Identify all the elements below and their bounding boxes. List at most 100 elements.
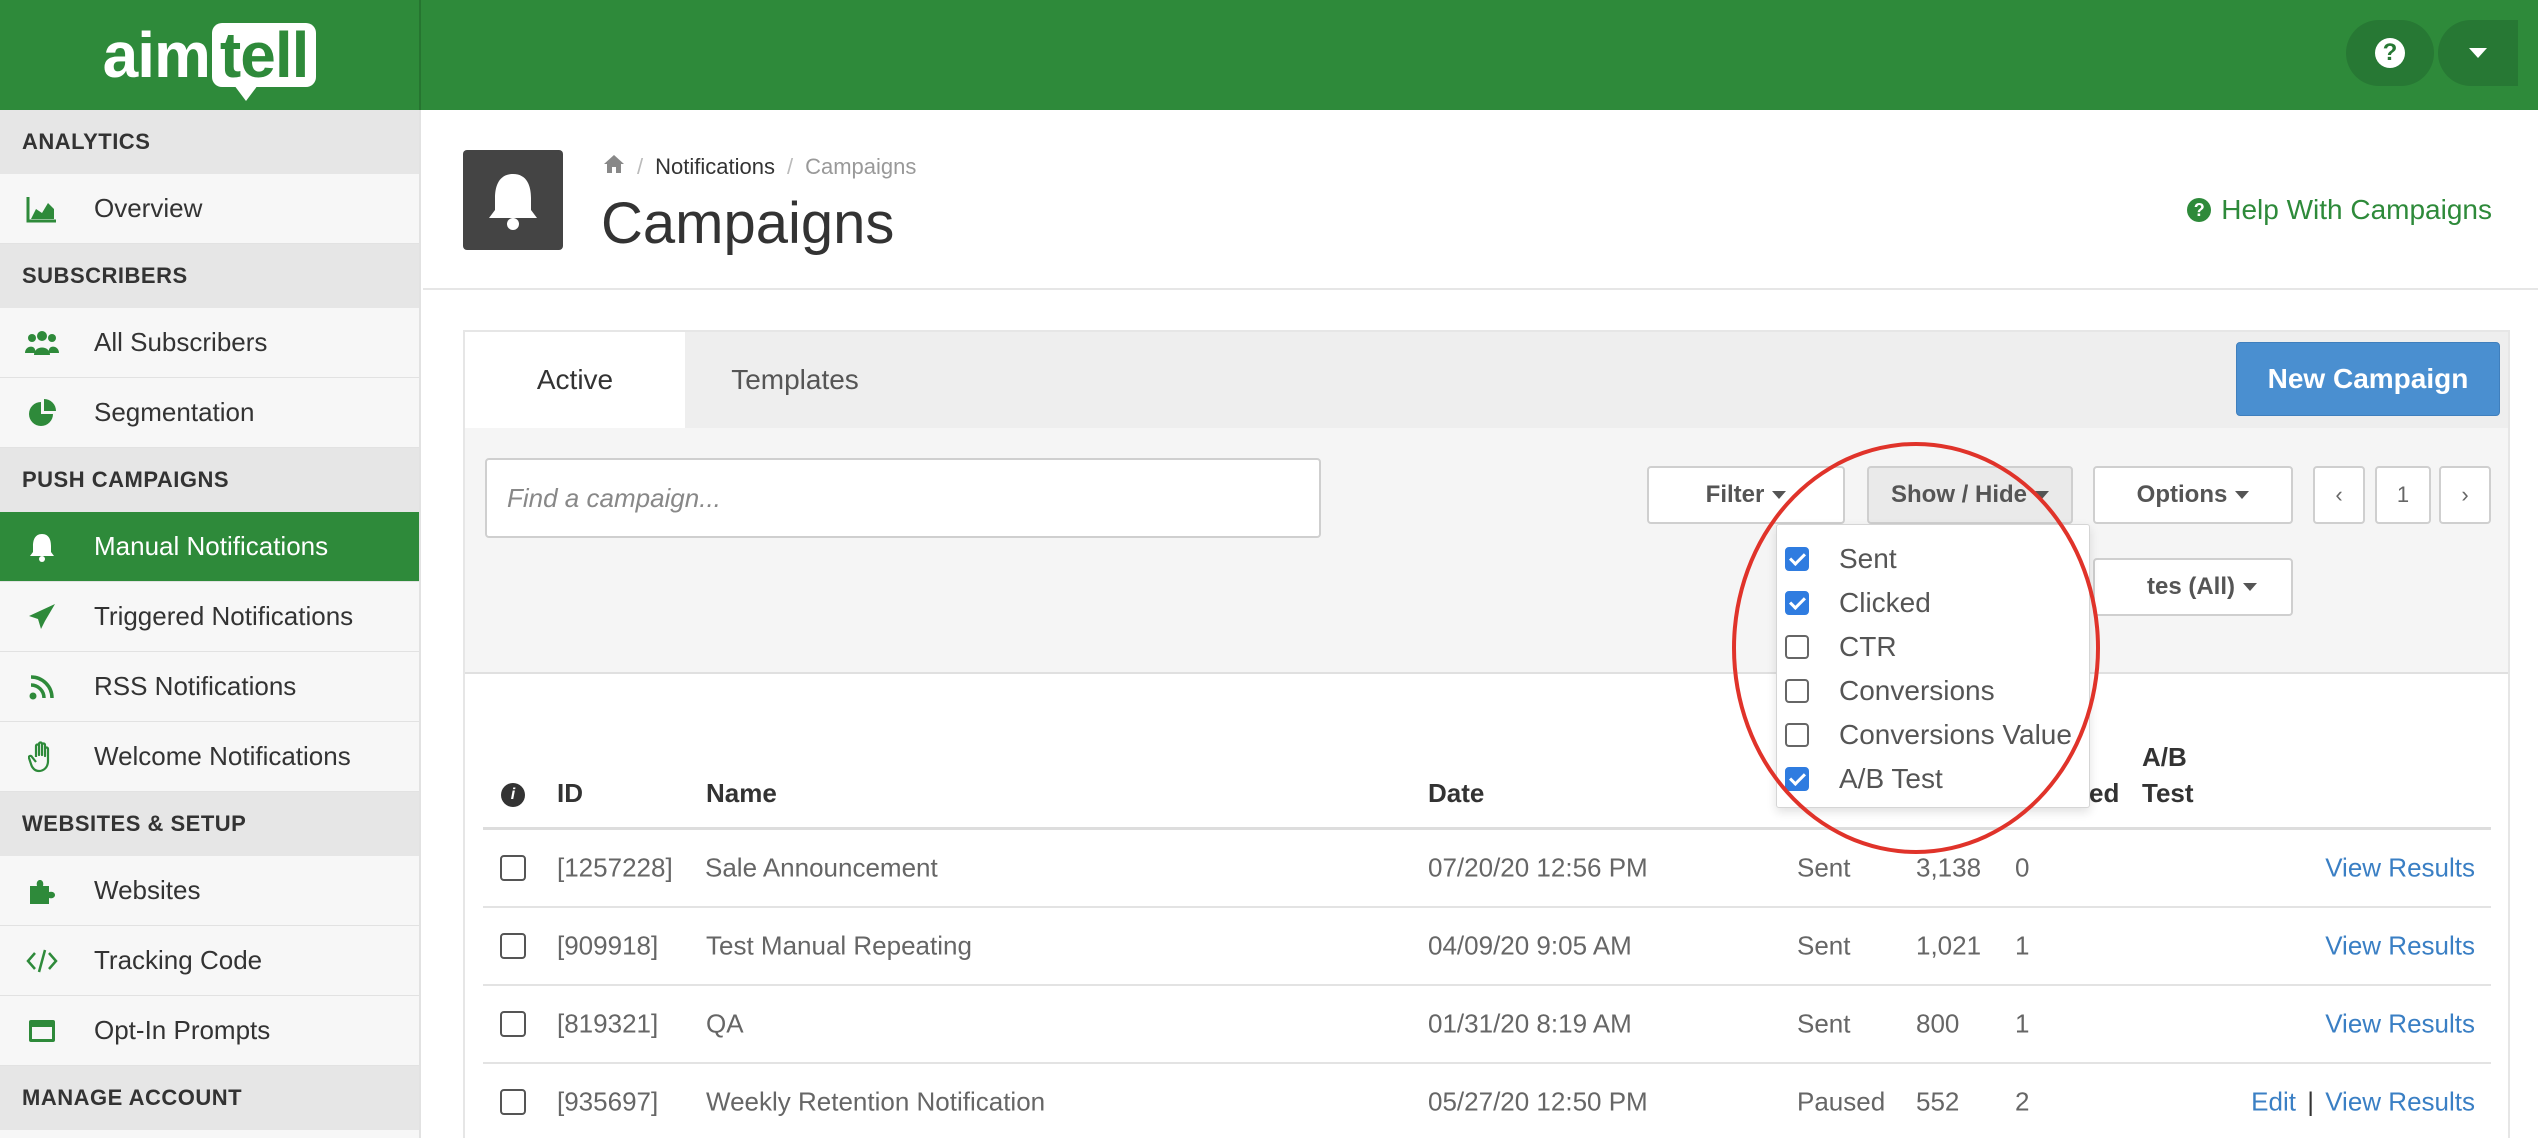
- row-status: Paused: [1797, 1086, 1886, 1117]
- logo-text-right: tell: [211, 23, 317, 101]
- column-header-date[interactable]: Date: [1428, 778, 1484, 809]
- table-row[interactable]: [819321] QA 01/31/20 8:19 AM Sent 800 1 …: [483, 986, 2491, 1064]
- new-campaign-button[interactable]: New Campaign: [2236, 342, 2500, 416]
- action-separator: |: [2307, 1086, 2314, 1117]
- column-toggle-ctr[interactable]: CTR: [1777, 625, 2089, 669]
- row-checkbox[interactable]: [500, 855, 526, 881]
- table-row[interactable]: [909918] Test Manual Repeating 04/09/20 …: [483, 908, 2491, 986]
- column-toggle-ab-test[interactable]: A/B Test: [1777, 757, 2089, 801]
- websites-filter-button[interactable]: tes (All): [2093, 558, 2293, 616]
- column-header-id[interactable]: ID: [557, 778, 583, 809]
- show-hide-dropdown: Sent Clicked CTR Conversions Conversions…: [1776, 524, 2090, 808]
- row-checkbox[interactable]: [500, 933, 526, 959]
- table-row[interactable]: [1257228] Sale Announcement 07/20/20 12:…: [483, 830, 2491, 908]
- view-results-link[interactable]: View Results: [2325, 931, 2475, 962]
- row-date: 01/31/20 8:19 AM: [1428, 1008, 1632, 1039]
- checkbox[interactable]: [1785, 591, 1809, 615]
- column-toggle-conversions-value[interactable]: Conversions Value: [1777, 713, 2089, 757]
- tab-templates[interactable]: Templates: [685, 332, 905, 428]
- column-toggle-conversions[interactable]: Conversions: [1777, 669, 2089, 713]
- row-clicked: 1: [2015, 1008, 2030, 1039]
- view-results-link[interactable]: View Results: [2325, 1087, 2475, 1117]
- sidebar-item-opt-in-prompts[interactable]: Opt-In Prompts: [0, 996, 419, 1066]
- help-button[interactable]: ?: [2346, 20, 2434, 86]
- checkbox[interactable]: [1785, 635, 1809, 659]
- column-header-name[interactable]: Name: [706, 778, 777, 809]
- show-hide-button-label: Show / Hide: [1890, 481, 2027, 508]
- filter-button-label: Filter: [1705, 481, 1765, 508]
- sidebar-item-manual-notifications[interactable]: Manual Notifications: [0, 512, 419, 582]
- help-with-campaigns-link[interactable]: ? Help With Campaigns: [2187, 194, 2492, 226]
- checkbox[interactable]: [1785, 547, 1809, 571]
- paper-plane-icon: [24, 599, 60, 635]
- sidebar-item-tracking-code[interactable]: Tracking Code: [0, 926, 419, 996]
- row-name: QA: [706, 1008, 744, 1039]
- column-toggle-clicked[interactable]: Clicked: [1777, 581, 2089, 625]
- column-toggle-label: Conversions Value: [1839, 719, 2072, 750]
- column-toggle-label: Conversions: [1839, 675, 1995, 706]
- next-page-button[interactable]: ›: [2439, 466, 2491, 524]
- sidebar-item-overview[interactable]: Overview: [0, 174, 419, 244]
- sidebar-item-segmentation[interactable]: Segmentation: [0, 378, 419, 448]
- tab-active[interactable]: Active: [465, 332, 685, 428]
- search-input[interactable]: Find a campaign...: [485, 458, 1321, 538]
- caret-down-icon: [2235, 491, 2250, 499]
- users-icon: [24, 325, 60, 361]
- account-menu-button[interactable]: [2438, 20, 2518, 86]
- logo-text-left: aim: [102, 19, 211, 91]
- sidebar-item-label: Manual Notifications: [94, 531, 329, 561]
- column-header-ab-line2[interactable]: Test: [2142, 778, 2194, 809]
- checkbox[interactable]: [1785, 767, 1809, 791]
- sidebar-item-all-subscribers[interactable]: All Subscribers: [0, 308, 419, 378]
- current-page-button[interactable]: 1: [2375, 466, 2431, 524]
- table-row[interactable]: [935697] Weekly Retention Notification 0…: [483, 1064, 2491, 1138]
- caret-down-icon: [2469, 48, 2487, 58]
- top-bar: aim tell ?: [0, 0, 2538, 110]
- sidebar-item-label: RSS Notifications: [94, 671, 297, 701]
- filter-toolbar: Find a campaign... Filter Show / Hide Op…: [465, 428, 2508, 674]
- home-icon[interactable]: [603, 154, 625, 180]
- window-icon: [24, 1013, 60, 1049]
- view-results-link[interactable]: View Results: [2325, 853, 2475, 884]
- row-sent: 3,138: [1916, 852, 1982, 883]
- edit-link[interactable]: Edit: [2251, 1087, 2296, 1117]
- column-toggle-sent[interactable]: Sent: [1777, 537, 2089, 581]
- filter-button[interactable]: Filter: [1647, 466, 1845, 524]
- logo-area[interactable]: aim tell: [0, 0, 421, 110]
- row-checkbox[interactable]: [500, 1011, 526, 1037]
- sidebar-section-push-campaigns: PUSH CAMPAIGNS: [0, 448, 419, 512]
- checkbox[interactable]: [1785, 679, 1809, 703]
- column-toggle-label: CTR: [1839, 631, 1897, 662]
- breadcrumb-notifications[interactable]: Notifications: [655, 154, 775, 180]
- campaigns-table: i ID Name Date ed A/B Test [1257228] Sal…: [483, 730, 2491, 1138]
- aimtell-logo: aim tell: [102, 18, 317, 101]
- sidebar-item-websites[interactable]: Websites: [0, 856, 419, 926]
- sidebar-item-label: Opt-In Prompts: [94, 1015, 271, 1045]
- column-header-ab-line1[interactable]: A/B: [2142, 742, 2187, 773]
- code-icon: [24, 943, 60, 979]
- sidebar: ANALYTICS Overview SUBSCRIBERS All Subsc…: [0, 110, 421, 1138]
- column-toggle-label: Clicked: [1839, 587, 1931, 618]
- checkbox[interactable]: [1785, 723, 1809, 747]
- column-toggle-label: A/B Test: [1839, 763, 1943, 794]
- column-toggle-label: Sent: [1839, 543, 1897, 574]
- breadcrumb: / Notifications / Campaigns: [603, 154, 916, 180]
- show-hide-button[interactable]: Show / Hide: [1867, 466, 2073, 524]
- options-button[interactable]: Options: [2093, 466, 2293, 524]
- sidebar-item-label: Welcome Notifications: [94, 741, 351, 771]
- column-header-clicked[interactable]: ed: [2089, 778, 2119, 809]
- prev-page-button[interactable]: ‹: [2313, 466, 2365, 524]
- sidebar-item-rss-notifications[interactable]: RSS Notifications: [0, 652, 419, 722]
- sidebar-item-triggered-notifications[interactable]: Triggered Notifications: [0, 582, 419, 652]
- sidebar-item-welcome-notifications[interactable]: Welcome Notifications: [0, 722, 419, 792]
- row-sent: 1,021: [1916, 930, 1982, 961]
- view-results-link[interactable]: View Results: [2325, 1009, 2475, 1040]
- campaigns-bell-icon: [463, 150, 563, 250]
- sidebar-item-label: Triggered Notifications: [94, 601, 354, 631]
- row-name: Sale Announcement: [705, 852, 938, 883]
- row-checkbox[interactable]: [500, 1089, 526, 1115]
- sidebar-item-label: All Subscribers: [94, 327, 268, 357]
- info-icon[interactable]: i: [501, 783, 525, 807]
- row-name: Weekly Retention Notification: [706, 1086, 1046, 1117]
- caret-down-icon: [2035, 491, 2049, 499]
